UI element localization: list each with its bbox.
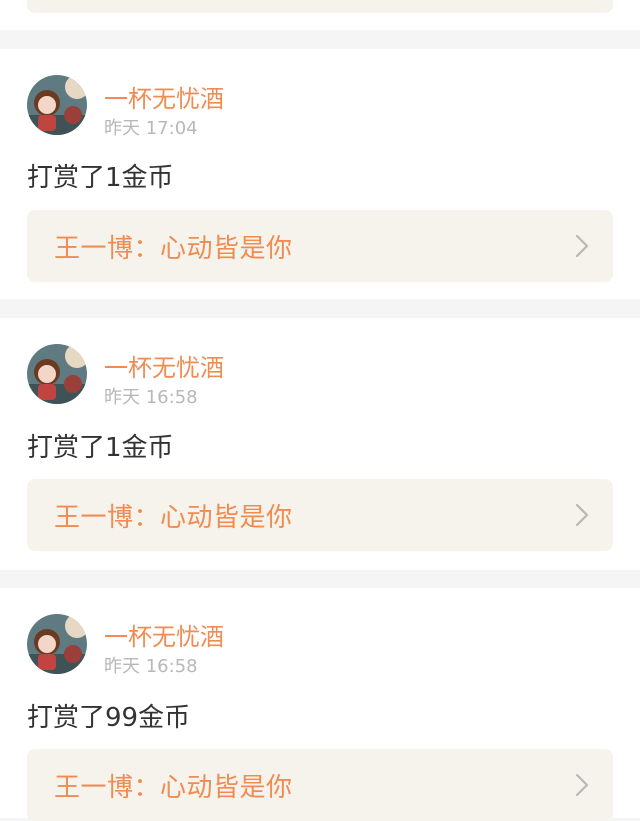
referenced-post-link[interactable]: 王一博：心动皆是你 [27,479,613,551]
chevron-right-icon [575,773,589,797]
post-card: 一杯无忧酒 昨天 16:58 打赏了99金币 王一博：心动皆是你 [0,588,640,821]
username[interactable]: 一杯无忧酒 [104,617,224,652]
post-action-text: 打赏了1金币 [27,433,174,463]
referenced-post-link[interactable]: 王一博：心动皆是你 [27,210,613,282]
chevron-right-icon [575,234,589,258]
referenced-post-text: 王一博：心动皆是你 [54,233,293,264]
post-card: 一杯无忧酒 昨天 17:04 打赏了1金币 王一博：心动皆是你 [0,49,640,299]
post-card: 一杯无忧酒 昨天 16:58 打赏了1金币 王一博：心动皆是你 [0,318,640,570]
avatar[interactable] [27,614,87,674]
username[interactable]: 一杯无忧酒 [104,348,224,383]
chevron-right-icon [575,503,589,527]
timestamp: 昨天 16:58 [104,387,198,408]
referenced-post-link-partial[interactable] [27,0,613,13]
referenced-post-link[interactable]: 王一博：心动皆是你 [27,749,613,821]
post-card-partial [0,0,640,30]
referenced-post-text: 王一博：心动皆是你 [54,502,293,533]
username[interactable]: 一杯无忧酒 [104,79,224,114]
post-action-text: 打赏了1金币 [27,163,174,193]
timestamp: 昨天 16:58 [104,656,198,677]
avatar[interactable] [27,75,87,135]
timestamp: 昨天 17:04 [104,118,198,139]
referenced-post-text: 王一博：心动皆是你 [54,772,293,803]
post-action-text: 打赏了99金币 [27,703,191,733]
avatar[interactable] [27,344,87,404]
